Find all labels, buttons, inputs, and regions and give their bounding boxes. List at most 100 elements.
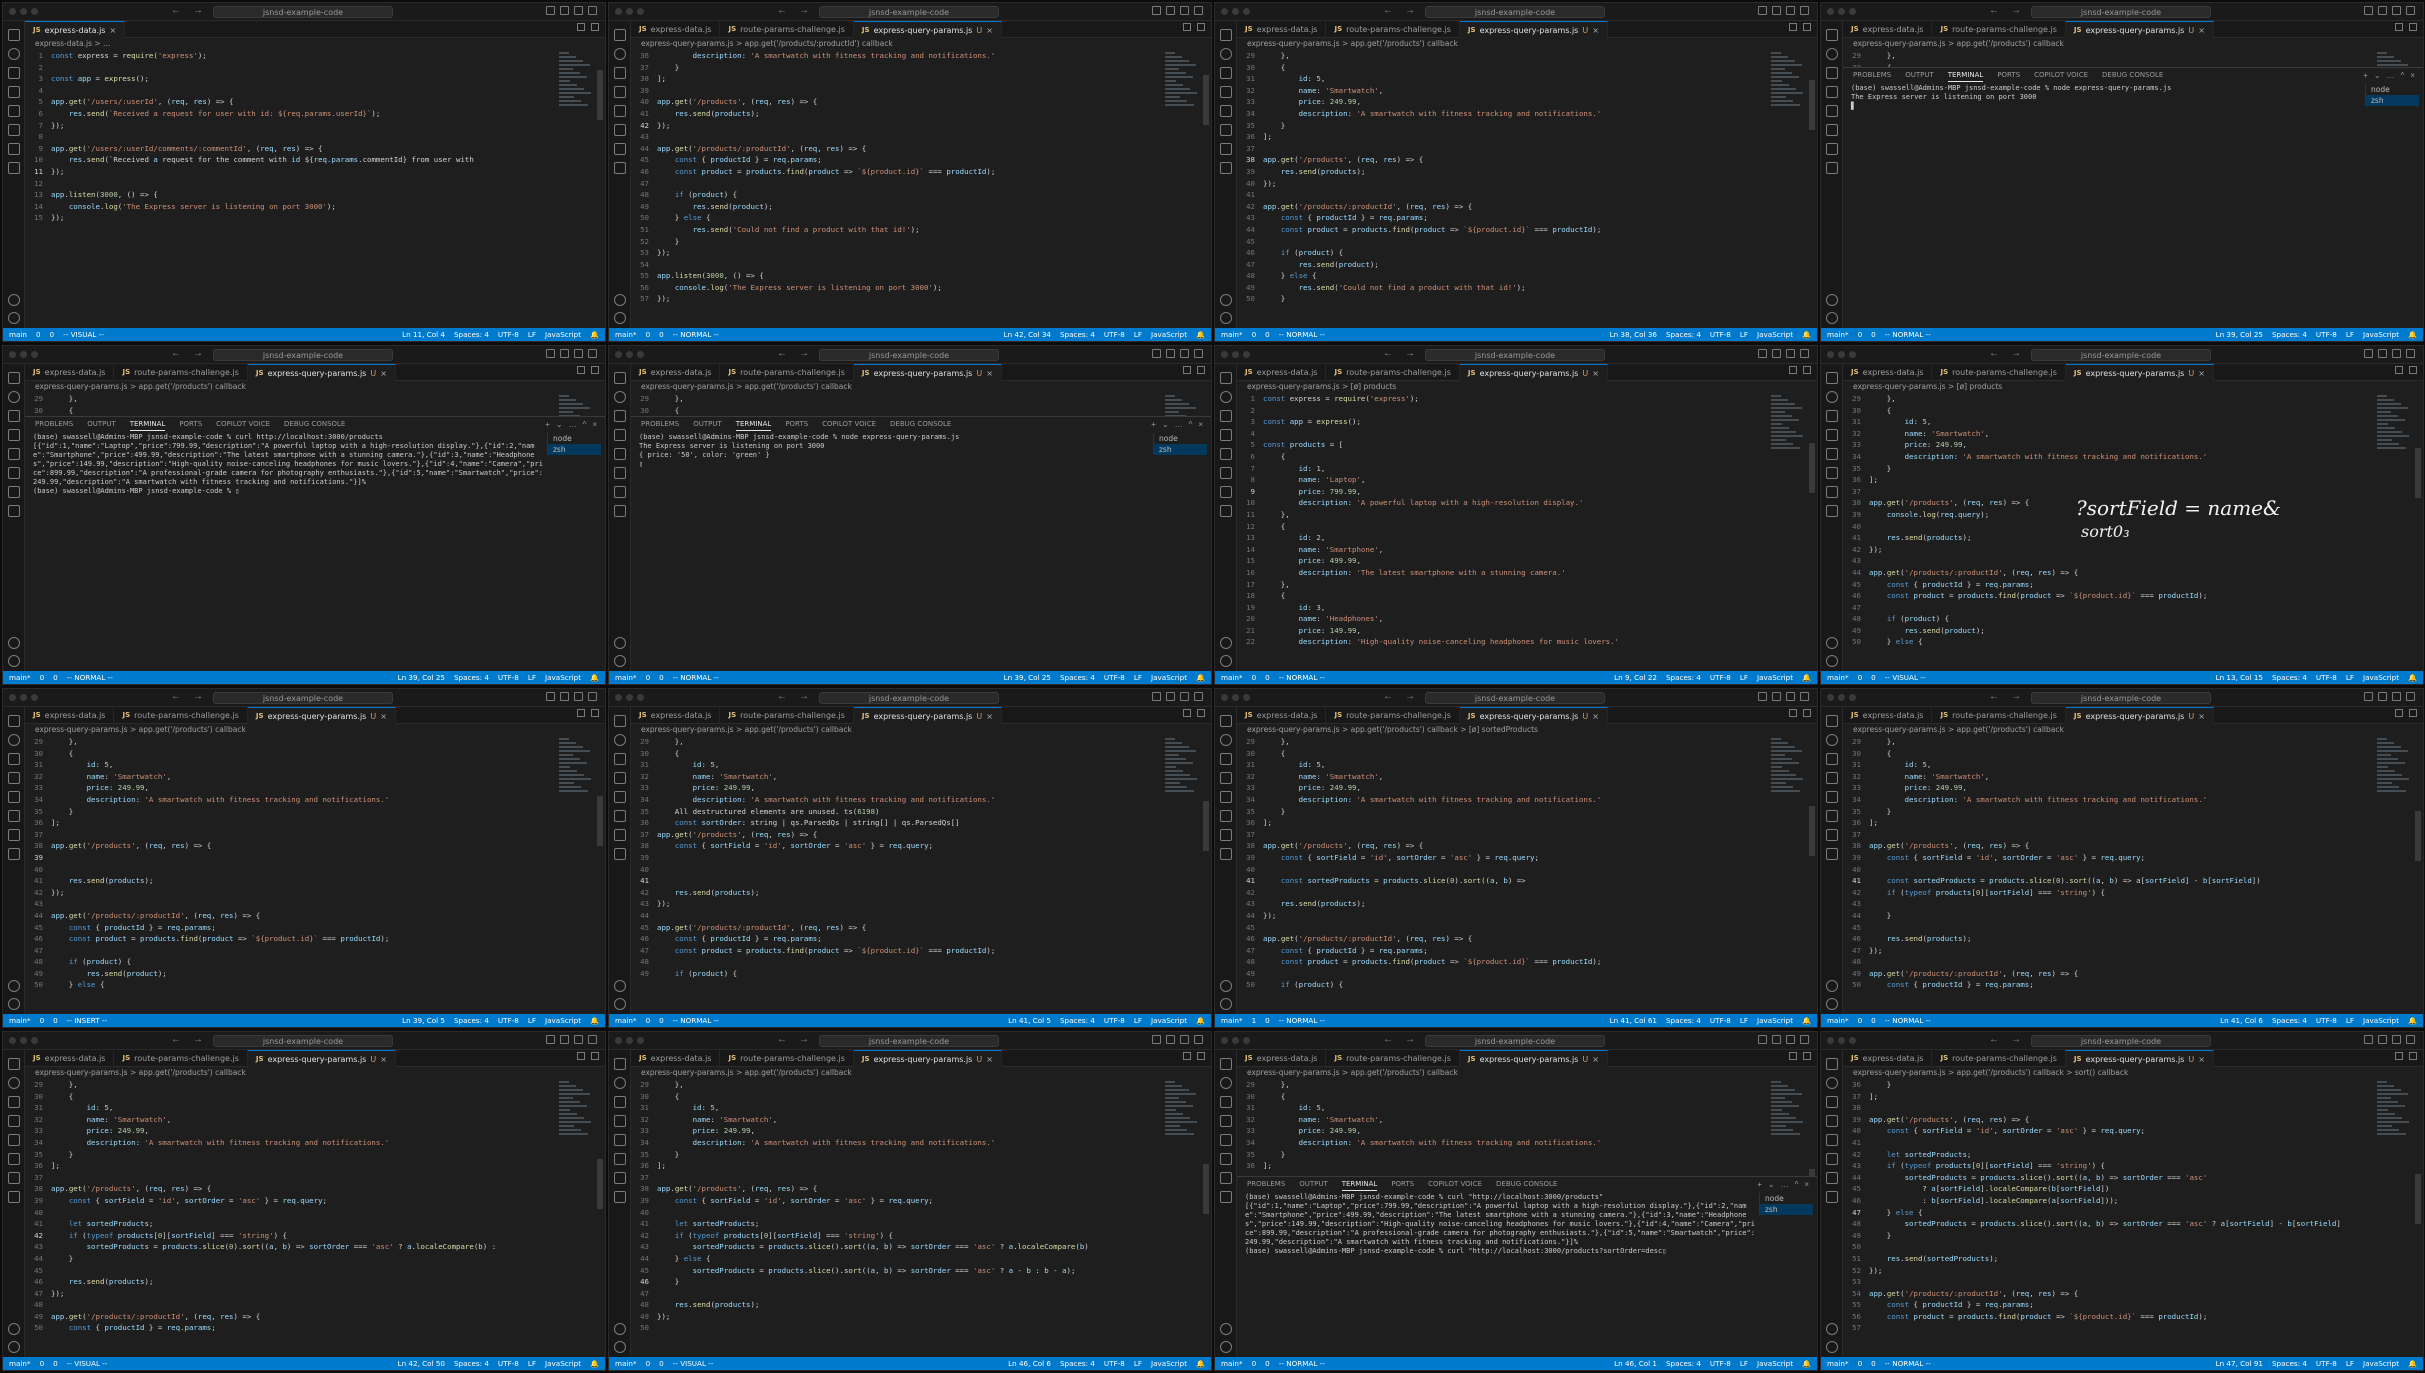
layout-toggle-icon[interactable]: [1166, 349, 1175, 358]
settings-gear-icon[interactable]: [614, 998, 626, 1010]
minimap[interactable]: [2377, 393, 2411, 453]
editor-tab[interactable]: JS express-data.js: [631, 707, 721, 724]
forward-arrow-icon[interactable]: →: [2011, 5, 2021, 16]
back-arrow-icon[interactable]: ←: [171, 691, 181, 702]
split-editor-icon[interactable]: [1183, 709, 1191, 717]
explorer-icon[interactable]: [1220, 29, 1232, 41]
layout-toggle-icon[interactable]: [1786, 1035, 1795, 1044]
nav-arrows[interactable]: ← →: [777, 348, 809, 359]
scrollbar-thumb[interactable]: [2415, 448, 2421, 498]
encoding[interactable]: UTF-8: [2316, 330, 2337, 339]
split-editor-icon[interactable]: [2395, 366, 2403, 374]
layout-toggle-icon[interactable]: [1786, 6, 1795, 15]
cursor-position[interactable]: Ln 46, Col 6: [1008, 1359, 1051, 1368]
editor-tab[interactable]: JS express-data.js: [25, 707, 115, 724]
docker-icon[interactable]: [1826, 1191, 1838, 1203]
forward-arrow-icon[interactable]: →: [193, 5, 203, 16]
source-control-icon[interactable]: [8, 410, 20, 422]
more-icon[interactable]: …: [1175, 420, 1183, 429]
search-icon[interactable]: [8, 1077, 20, 1089]
git-branch[interactable]: main: [9, 330, 27, 339]
window-controls[interactable]: [615, 351, 644, 358]
breadcrumb[interactable]: express-query-params.js > app.get('/prod…: [631, 38, 1211, 50]
cursor-position[interactable]: Ln 41, Col 5: [1008, 1016, 1051, 1025]
terminal-instance[interactable]: node: [1760, 1193, 1813, 1204]
command-center-search[interactable]: jsnsd-example-code: [213, 6, 393, 18]
panel-tab[interactable]: DEBUG CONSOLE: [890, 417, 951, 431]
forward-arrow-icon[interactable]: →: [2011, 348, 2021, 359]
language-mode[interactable]: JavaScript: [2363, 1359, 2399, 1368]
layout-toggle-icon[interactable]: [1772, 349, 1781, 358]
forward-arrow-icon[interactable]: →: [1405, 691, 1415, 702]
run-debug-icon[interactable]: [1220, 1115, 1232, 1127]
back-arrow-icon[interactable]: ←: [1989, 5, 1999, 16]
notifications-bell-icon[interactable]: 🔔: [2408, 673, 2417, 682]
git-branch[interactable]: main*: [1827, 673, 1849, 682]
editor-tab[interactable]: JS route-params-challenge.js: [1326, 364, 1460, 381]
run-debug-icon[interactable]: [1826, 86, 1838, 98]
close-tab-icon[interactable]: ×: [1592, 22, 1599, 39]
layout-toggle-icon[interactable]: [574, 1035, 583, 1044]
cursor-position[interactable]: Ln 46, Col 1: [1614, 1359, 1657, 1368]
layout-toggle-icon[interactable]: [574, 349, 583, 358]
warning-count[interactable]: 0: [659, 330, 664, 339]
docker-icon[interactable]: [8, 505, 20, 517]
layout-controls[interactable]: [546, 1035, 597, 1044]
remote-icon[interactable]: [8, 810, 20, 822]
warning-count[interactable]: 0: [1265, 673, 1270, 682]
more-actions-icon[interactable]: [1803, 23, 1811, 31]
language-mode[interactable]: JavaScript: [1757, 1359, 1793, 1368]
code-editor[interactable]: 29 }, 30 {31 id: 5, 32 name: 'Smartwatch',…: [1237, 50, 1805, 328]
maximize-panel-icon[interactable]: ^: [1189, 420, 1193, 429]
panel-tab[interactable]: TERMINAL: [1341, 1177, 1378, 1191]
run-debug-icon[interactable]: [614, 772, 626, 784]
vim-mode[interactable]: -- NORMAL --: [1279, 1359, 1325, 1368]
nav-arrows[interactable]: ← →: [171, 691, 203, 702]
scrollbar-thumb[interactable]: [1203, 75, 1209, 125]
layout-toggle-icon[interactable]: [1772, 6, 1781, 15]
close-tab-icon[interactable]: ×: [2198, 365, 2205, 382]
panel-tab[interactable]: COPILOT VOICE: [216, 417, 270, 431]
layout-toggle-icon[interactable]: [1786, 349, 1795, 358]
nav-arrows[interactable]: ← →: [1989, 691, 2021, 702]
back-arrow-icon[interactable]: ←: [777, 5, 787, 16]
language-mode[interactable]: JavaScript: [545, 673, 581, 682]
language-mode[interactable]: JavaScript: [545, 330, 581, 339]
window-controls[interactable]: [1827, 694, 1856, 701]
more-actions-icon[interactable]: [1197, 366, 1205, 374]
docker-icon[interactable]: [614, 1191, 626, 1203]
indentation[interactable]: Spaces: 4: [1060, 330, 1095, 339]
forward-arrow-icon[interactable]: →: [799, 691, 809, 702]
split-editor-icon[interactable]: [577, 1052, 585, 1060]
nav-arrows[interactable]: ← →: [1383, 348, 1415, 359]
explorer-icon[interactable]: [1826, 715, 1838, 727]
terminal-dropdown-icon[interactable]: ⌄: [1768, 1180, 1775, 1189]
account-icon[interactable]: [8, 637, 20, 649]
layout-toggle-icon[interactable]: [1800, 1035, 1809, 1044]
cursor-position[interactable]: Ln 39, Col 25: [398, 673, 445, 682]
layout-controls[interactable]: [1152, 1035, 1203, 1044]
window-controls[interactable]: [1221, 694, 1250, 701]
panel-tab[interactable]: PROBLEMS: [1247, 1177, 1285, 1191]
editor-tab[interactable]: JS route-params-challenge.js: [720, 1050, 854, 1067]
account-icon[interactable]: [1826, 980, 1838, 992]
close-tab-icon[interactable]: ×: [1592, 708, 1599, 725]
minimap[interactable]: [559, 736, 593, 796]
search-icon[interactable]: [614, 391, 626, 403]
account-icon[interactable]: [8, 980, 20, 992]
search-icon[interactable]: [1826, 391, 1838, 403]
indentation[interactable]: Spaces: 4: [1060, 1016, 1095, 1025]
testing-icon[interactable]: [614, 143, 626, 155]
notifications-bell-icon[interactable]: 🔔: [1802, 673, 1811, 682]
editor-tab[interactable]: JS route-params-challenge.js: [1932, 21, 2066, 38]
back-arrow-icon[interactable]: ←: [1989, 691, 1999, 702]
cursor-position[interactable]: Ln 41, Col 6: [2220, 1016, 2263, 1025]
encoding[interactable]: UTF-8: [1710, 330, 1731, 339]
extensions-icon[interactable]: [614, 791, 626, 803]
source-control-icon[interactable]: [8, 67, 20, 79]
back-arrow-icon[interactable]: ←: [777, 348, 787, 359]
back-arrow-icon[interactable]: ←: [777, 691, 787, 702]
run-debug-icon[interactable]: [8, 1115, 20, 1127]
minimap[interactable]: [1771, 393, 1805, 453]
run-debug-icon[interactable]: [1826, 429, 1838, 441]
